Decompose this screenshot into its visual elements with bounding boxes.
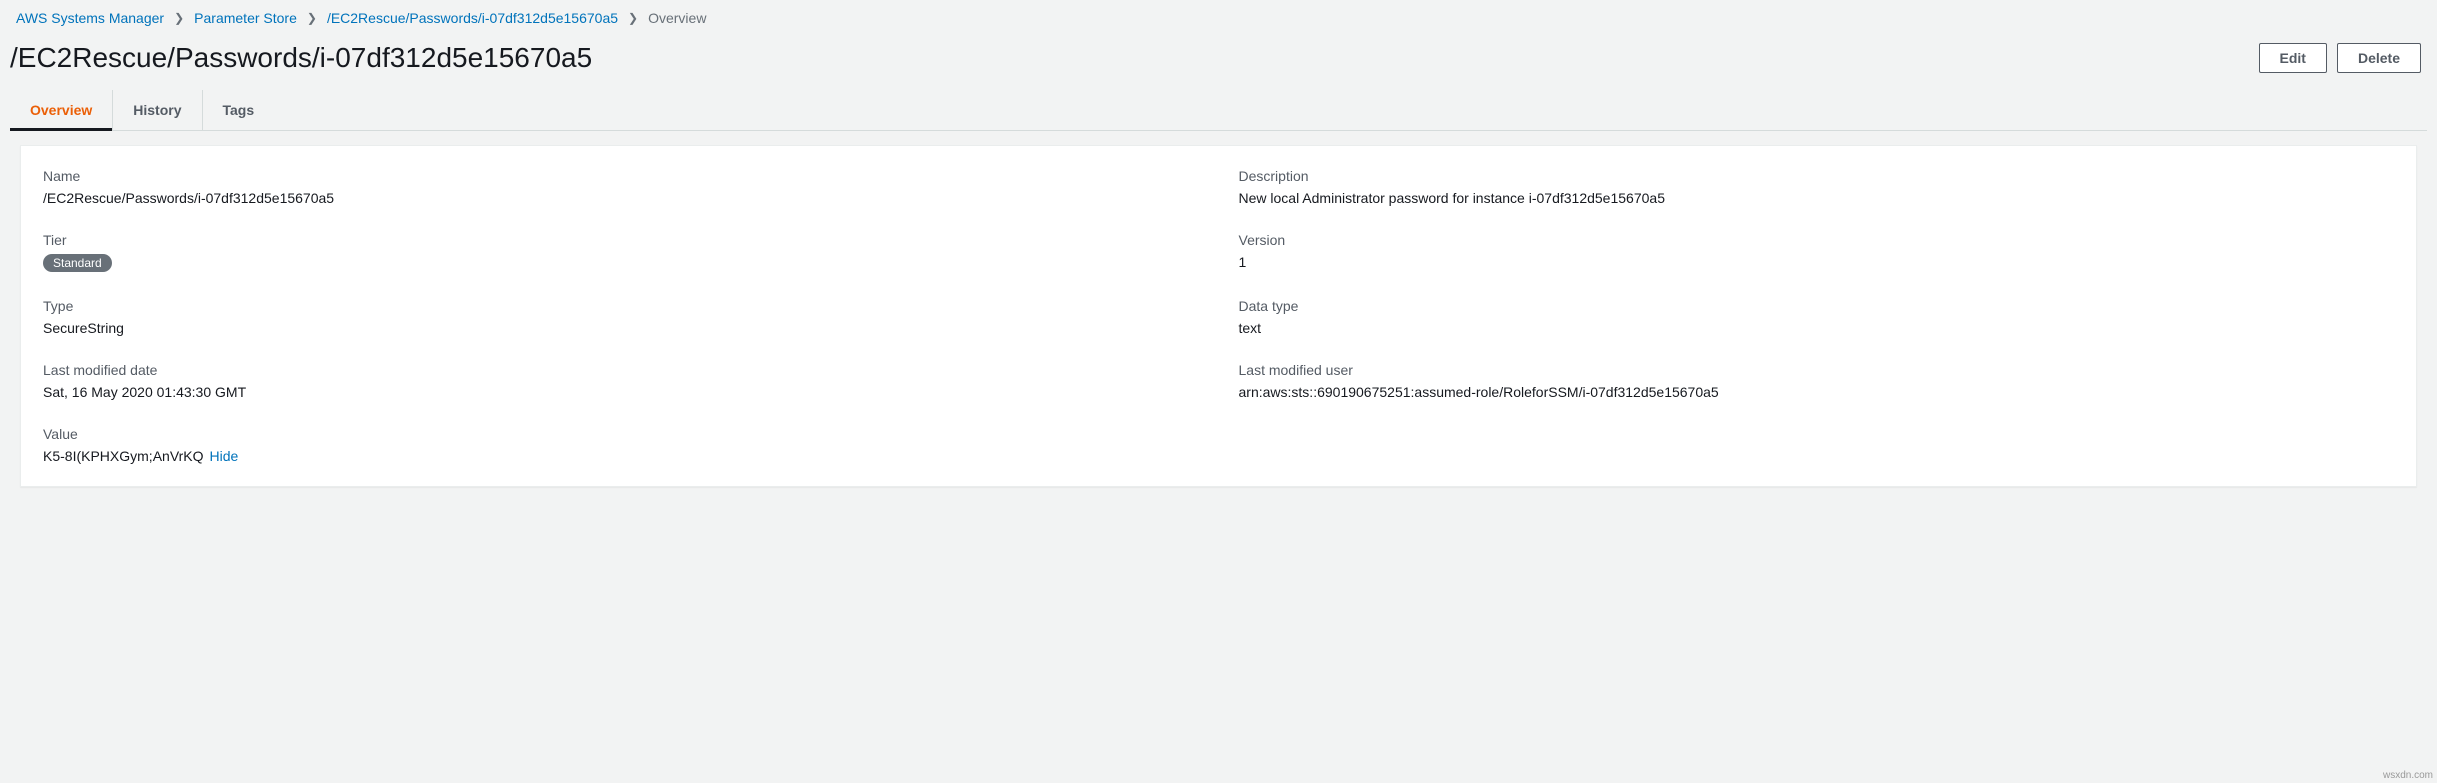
breadcrumb-link-parameter-store[interactable]: Parameter Store	[194, 10, 297, 26]
name-value: /EC2Rescue/Passwords/i-07df312d5e15670a5	[43, 190, 1199, 206]
tier-badge: Standard	[43, 254, 112, 272]
type-label: Type	[43, 298, 1199, 314]
value-value: K5-8I(KPHXGym;AnVrKQ	[43, 448, 204, 464]
field-type: Type SecureString	[43, 298, 1199, 336]
lastuser-value: arn:aws:sts::690190675251:assumed-role/R…	[1239, 384, 2395, 400]
value-label: Value	[43, 426, 2394, 442]
tab-history[interactable]: History	[113, 90, 202, 130]
type-value: SecureString	[43, 320, 1199, 336]
lastuser-label: Last modified user	[1239, 362, 2395, 378]
version-label: Version	[1239, 232, 2395, 248]
field-name: Name /EC2Rescue/Passwords/i-07df312d5e15…	[43, 168, 1199, 206]
overview-panel: Name /EC2Rescue/Passwords/i-07df312d5e15…	[20, 145, 2417, 487]
description-value: New local Administrator password for ins…	[1239, 190, 2395, 206]
tier-label: Tier	[43, 232, 1199, 248]
description-label: Description	[1239, 168, 2395, 184]
breadcrumb-link-parameter[interactable]: /EC2Rescue/Passwords/i-07df312d5e15670a5	[327, 10, 618, 26]
datatype-label: Data type	[1239, 298, 2395, 314]
tab-tags[interactable]: Tags	[203, 90, 275, 130]
tab-overview[interactable]: Overview	[10, 90, 113, 130]
page-title: /EC2Rescue/Passwords/i-07df312d5e15670a5	[10, 42, 592, 74]
version-value: 1	[1239, 254, 2395, 270]
field-version: Version 1	[1239, 232, 2395, 272]
chevron-right-icon: ❯	[174, 11, 184, 25]
header-actions: Edit Delete	[2259, 43, 2421, 73]
page-header: /EC2Rescue/Passwords/i-07df312d5e15670a5…	[0, 30, 2437, 90]
hide-link[interactable]: Hide	[210, 448, 239, 464]
lastmod-value: Sat, 16 May 2020 01:43:30 GMT	[43, 384, 1199, 400]
chevron-right-icon: ❯	[628, 11, 638, 25]
breadcrumb: AWS Systems Manager ❯ Parameter Store ❯ …	[0, 0, 2437, 30]
field-last-modified-date: Last modified date Sat, 16 May 2020 01:4…	[43, 362, 1199, 400]
field-value: Value K5-8I(KPHXGym;AnVrKQ Hide	[43, 426, 2394, 464]
field-data-type: Data type text	[1239, 298, 2395, 336]
tabs: Overview History Tags	[10, 90, 2427, 131]
name-label: Name	[43, 168, 1199, 184]
field-tier: Tier Standard	[43, 232, 1199, 272]
breadcrumb-current: Overview	[648, 10, 706, 26]
edit-button[interactable]: Edit	[2259, 43, 2327, 73]
chevron-right-icon: ❯	[307, 11, 317, 25]
breadcrumb-link-systems-manager[interactable]: AWS Systems Manager	[16, 10, 164, 26]
datatype-value: text	[1239, 320, 2395, 336]
watermark: wsxdn.com	[2383, 770, 2433, 781]
delete-button[interactable]: Delete	[2337, 43, 2421, 73]
lastmod-label: Last modified date	[43, 362, 1199, 378]
field-description: Description New local Administrator pass…	[1239, 168, 2395, 206]
field-last-modified-user: Last modified user arn:aws:sts::69019067…	[1239, 362, 2395, 400]
